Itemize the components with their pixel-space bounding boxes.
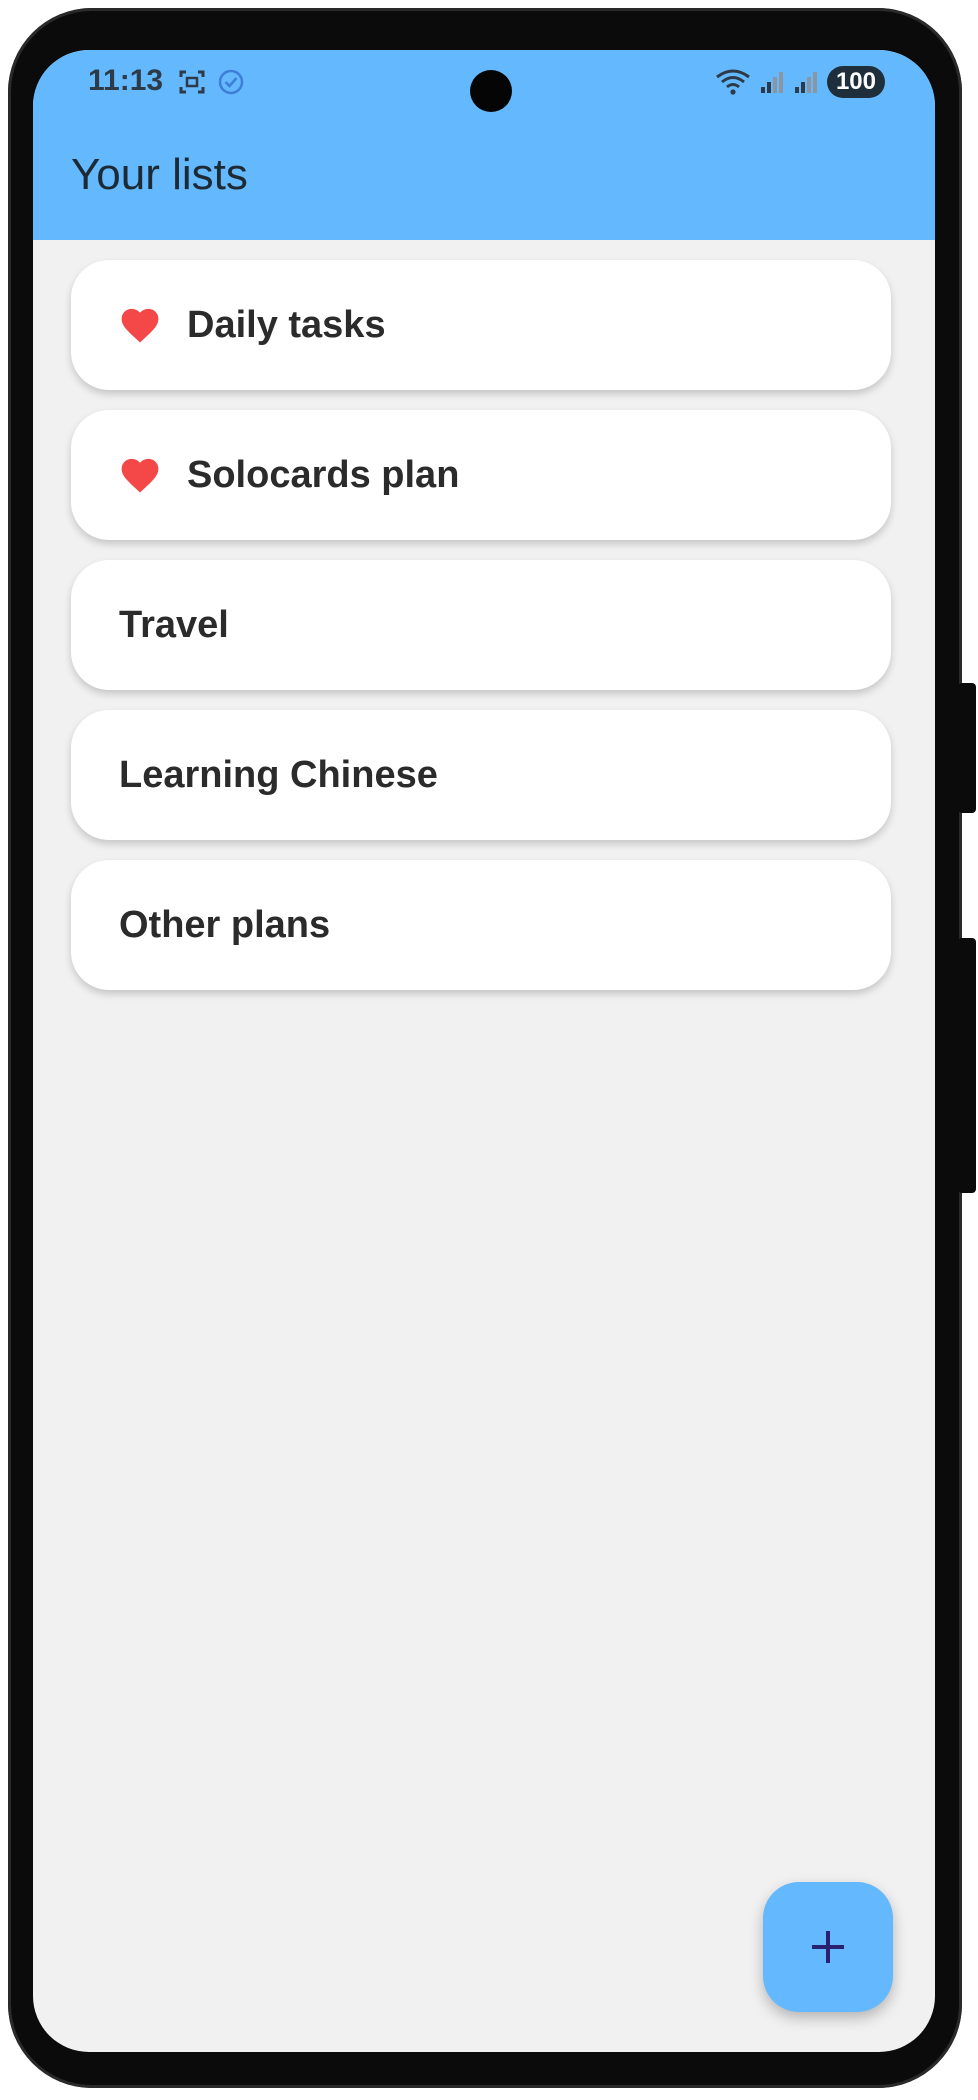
screen: 11:13 100 Your lists Daily tasks Solocar… xyxy=(33,50,935,2052)
list-item-label: Learning Chinese xyxy=(119,753,438,796)
app-bar: 11:13 100 Your lists xyxy=(33,50,935,240)
lists-container: Daily tasks Solocards plan Travel Learni… xyxy=(71,260,891,1010)
list-item-other-plans[interactable]: Other plans xyxy=(71,860,891,990)
list-item-learning-chinese[interactable]: Learning Chinese xyxy=(71,710,891,840)
power-button xyxy=(958,938,976,1193)
list-item-label: Daily tasks xyxy=(187,303,386,346)
screenshot-icon xyxy=(179,70,205,94)
battery-indicator: 100 xyxy=(826,66,885,98)
list-item-label: Other plans xyxy=(119,903,331,946)
heart-icon xyxy=(121,458,159,493)
heart-icon xyxy=(121,308,159,343)
signal-icon xyxy=(760,72,783,93)
page-title: Your lists xyxy=(71,150,248,199)
volume-button xyxy=(958,683,976,813)
status-right-icons: 100 xyxy=(715,64,885,100)
signal-icon xyxy=(794,72,817,93)
front-camera xyxy=(470,70,512,112)
list-item-travel[interactable]: Travel xyxy=(71,560,891,690)
list-item-label: Travel xyxy=(119,603,229,646)
check-circle-icon xyxy=(218,69,244,95)
wifi-icon xyxy=(716,69,750,95)
plus-icon xyxy=(812,1931,844,1963)
list-item-daily-tasks[interactable]: Daily tasks xyxy=(71,260,891,390)
add-list-button[interactable] xyxy=(763,1882,893,2012)
list-item-solocards-plan[interactable]: Solocards plan xyxy=(71,410,891,540)
status-time: 11:13 xyxy=(88,64,164,97)
status-bar: 11:13 100 xyxy=(33,50,935,120)
list-item-label: Solocards plan xyxy=(187,453,460,496)
